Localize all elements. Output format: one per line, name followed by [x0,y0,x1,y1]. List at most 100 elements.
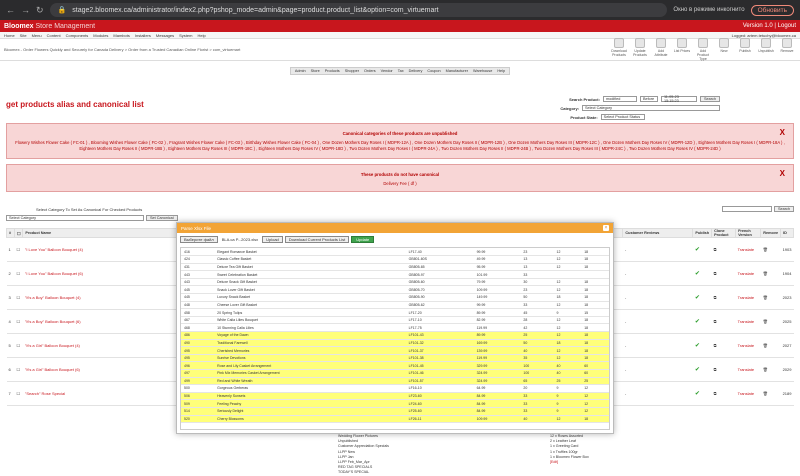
row-checkbox[interactable]: ☐ [14,381,23,406]
row-checkbox[interactable]: ☐ [14,357,23,382]
date-input[interactable]: 11-05-23 15:15:23 [660,95,697,103]
published-check-icon[interactable]: ✔ [692,261,712,286]
published-check-icon[interactable]: ✔ [692,333,712,358]
search-button[interactable]: Search [773,206,794,212]
vm-store[interactable]: Store [311,69,320,73]
menu-modules[interactable]: Modules [93,33,108,38]
menu-installers[interactable]: Installers [135,33,151,38]
remove-icon[interactable]: 🗑 [760,381,781,406]
xlsx-row: 500 Gorgeous Gerberas LF16-10 64.99 20 9 12 [181,384,609,393]
remove-icon[interactable]: 🗑 [760,261,781,286]
published-check-icon[interactable]: ✔ [692,381,712,406]
clone-icon[interactable]: ⧉ [711,285,736,310]
edit-link[interactable]: [Edit] [550,460,589,465]
clone-icon[interactable]: ⧉ [711,381,736,406]
row-checkbox[interactable]: ☐ [14,261,23,286]
xlsx-row: 443 Sweet Celebration Basket GB805-97 101.9… [181,270,609,279]
list-prices-button[interactable]: List Prices [673,38,691,61]
update-button[interactable]: Update [351,235,375,243]
published-check-icon[interactable]: ✔ [692,357,712,382]
vm-delivery[interactable]: Delivery [409,69,423,73]
state-select[interactable]: Select Product Status [600,114,645,120]
publish-button[interactable]: Publish [736,38,754,61]
xlsx-row: 448 Cheese Lover Gift Basket GB805-62 99.99… [181,301,609,310]
menu-home[interactable]: Home [4,33,15,38]
mode-select[interactable]: modified [602,96,637,102]
choose-file-button[interactable]: Выберите файл [180,235,218,243]
clone-icon[interactable]: ⧉ [711,237,736,262]
update-browser-button[interactable]: Обновить [750,4,794,16]
xlsx-preview[interactable]: 416 Elegant Romance Basket LF17-40 99.99 23 1… [180,247,610,430]
remove-button[interactable]: Remove [778,38,796,61]
close-alert-button[interactable]: X [780,169,785,178]
remove-icon[interactable]: 🗑 [760,309,781,334]
search-product-button[interactable]: Search [699,96,720,102]
download-products-button[interactable]: Download Products [610,38,628,61]
translate-link[interactable]: Translate [735,285,761,310]
reload-icon[interactable]: ↻ [36,5,44,16]
translate-link[interactable]: Translate [735,309,761,334]
translate-link[interactable]: Translate [735,261,761,286]
set-canonical-button[interactable]: Set Canonical [146,215,178,221]
vm-coupon[interactable]: Coupon [427,69,440,73]
vm-orders[interactable]: Orders [364,69,376,73]
row-checkbox[interactable]: ☐ [14,285,23,310]
bulk-category-select[interactable]: Select Category [6,215,144,221]
category-select[interactable]: Select Category [582,105,720,111]
lock-icon: 🔒 [57,7,67,14]
update-products-button[interactable]: Update Products [631,38,649,61]
vm-shopper[interactable]: Shopper [345,69,359,73]
row-checkbox[interactable]: ☐ [14,333,23,358]
vm-tax[interactable]: Tax [398,69,404,73]
vm-products[interactable]: Products [325,69,340,73]
clone-icon[interactable]: ⧉ [711,357,736,382]
col-remove: Remove [760,228,782,238]
search-product-label: Search Product: [569,96,600,102]
new-button[interactable]: New [715,38,733,61]
remove-icon[interactable]: 🗑 [760,237,781,262]
upload-button[interactable]: Upload [262,235,283,243]
vm-help[interactable]: Help [497,69,505,73]
translate-link[interactable]: Translate [735,357,761,382]
add-attribute-button[interactable]: Add Attribute [652,38,670,61]
row-checkbox[interactable]: ☐ [14,309,23,334]
remove-icon[interactable]: 🗑 [760,333,781,358]
unpublish-button[interactable]: Unpublish [757,38,775,61]
translate-link[interactable]: Translate [735,381,761,406]
trash-icon [782,38,792,48]
menu-menu[interactable]: Menu [32,33,42,38]
address-bar[interactable]: 🔒 stage2.bloomex.ca/administrator/index2.… [49,3,668,17]
translate-link[interactable]: Translate [735,333,761,358]
menu-mambots[interactable]: Mambots [113,33,129,38]
menu-messages[interactable]: Messages [156,33,174,38]
clone-icon[interactable]: ⧉ [711,309,736,334]
vm-manufacturer[interactable]: Manufacturer [446,69,468,73]
menu-content[interactable]: Content [47,33,61,38]
back-icon[interactable]: ← [6,5,15,15]
vm-vendor[interactable]: Vendor [381,69,393,73]
search-input[interactable] [721,206,772,212]
published-check-icon[interactable]: ✔ [692,309,712,334]
browser-chrome: ← → ↻ 🔒 stage2.bloomex.ca/administrator/i… [0,0,800,20]
download-list-button[interactable]: Download Current Products List [284,235,350,243]
add-product-type-button[interactable]: Add Product Type [694,38,712,61]
close-icon[interactable]: × [603,225,609,231]
relation-select[interactable]: Before [639,96,658,102]
published-check-icon[interactable]: ✔ [692,285,712,310]
vm-admin[interactable]: Admin [295,69,306,73]
translate-link[interactable]: Translate [735,237,761,262]
close-alert-button[interactable]: X [780,128,785,137]
vm-warehouse[interactable]: Warehouse [473,69,492,73]
published-check-icon[interactable]: ✔ [692,237,712,262]
remove-icon[interactable]: 🗑 [760,357,781,382]
menu-help[interactable]: Help [197,33,205,38]
row-checkbox[interactable]: ☐ [14,237,23,262]
col-check[interactable]: ☐ [13,228,24,238]
forward-icon[interactable]: → [21,5,30,15]
menu-system[interactable]: System [179,33,192,38]
menu-components[interactable]: Components [66,33,89,38]
remove-icon[interactable]: 🗑 [760,285,781,310]
clone-icon[interactable]: ⧉ [711,261,736,286]
clone-icon[interactable]: ⧉ [711,333,736,358]
menu-site[interactable]: Site [20,33,27,38]
